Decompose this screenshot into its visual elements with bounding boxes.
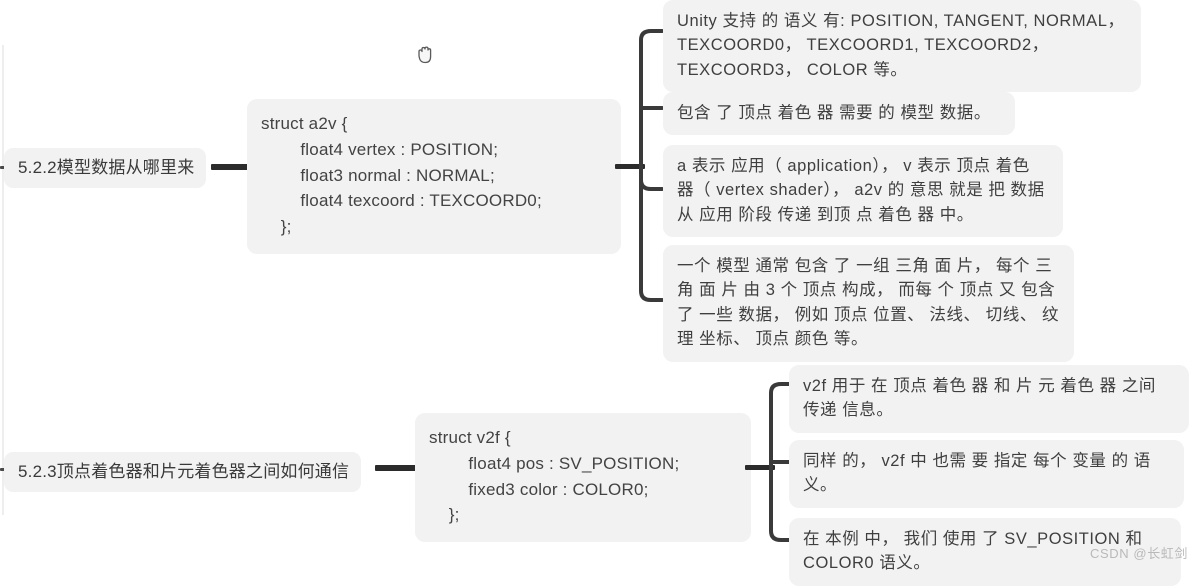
topic-node-522[interactable]: 5.2.2模型数据从哪里来 (4, 148, 207, 189)
connector-code-to-bracket-523 (745, 465, 775, 470)
note-node-523-1[interactable]: v2f 用于 在 顶点 着色 器 和 片 元 着色 器 之间 传递 信息。 (789, 365, 1189, 433)
connector-code-to-bracket-522 (615, 164, 645, 169)
mindmap-canvas[interactable]: 5.2.2模型数据从哪里来 struct a2v { float4 vertex… (0, 0, 1196, 586)
connector-topic-to-code-523 (375, 465, 419, 471)
note-node-522-2[interactable]: 包含 了 顶点 着色 器 需要 的 模型 数据。 (663, 92, 1015, 136)
topic-node-523[interactable]: 5.2.3顶点着色器和片元着色器之间如何通信 (4, 452, 362, 493)
note-node-522-1[interactable]: Unity 支持 的 语义 有: POSITION, TANGENT, NORM… (663, 0, 1141, 93)
code-node-v2f[interactable]: struct v2f { float4 pos : SV_POSITION; f… (415, 413, 751, 543)
note-node-522-4[interactable]: 一个 模型 通常 包含 了 一组 三角 面 片， 每个 三角 面 片 由 3 个… (663, 245, 1074, 362)
note-node-523-2[interactable]: 同样 的， v2f 中 也需 要 指定 每个 变量 的 语义。 (789, 440, 1184, 508)
root-trunk-line (2, 45, 4, 515)
grab-hand-cursor-icon (414, 42, 438, 68)
csdn-watermark: CSDN @长虹剑 (1089, 546, 1188, 561)
note-node-522-3[interactable]: a 表示 应用（ application）， v 表示 顶点 着色 器（ ver… (663, 145, 1063, 238)
code-node-a2v[interactable]: struct a2v { float4 vertex : POSITION; f… (247, 99, 621, 255)
